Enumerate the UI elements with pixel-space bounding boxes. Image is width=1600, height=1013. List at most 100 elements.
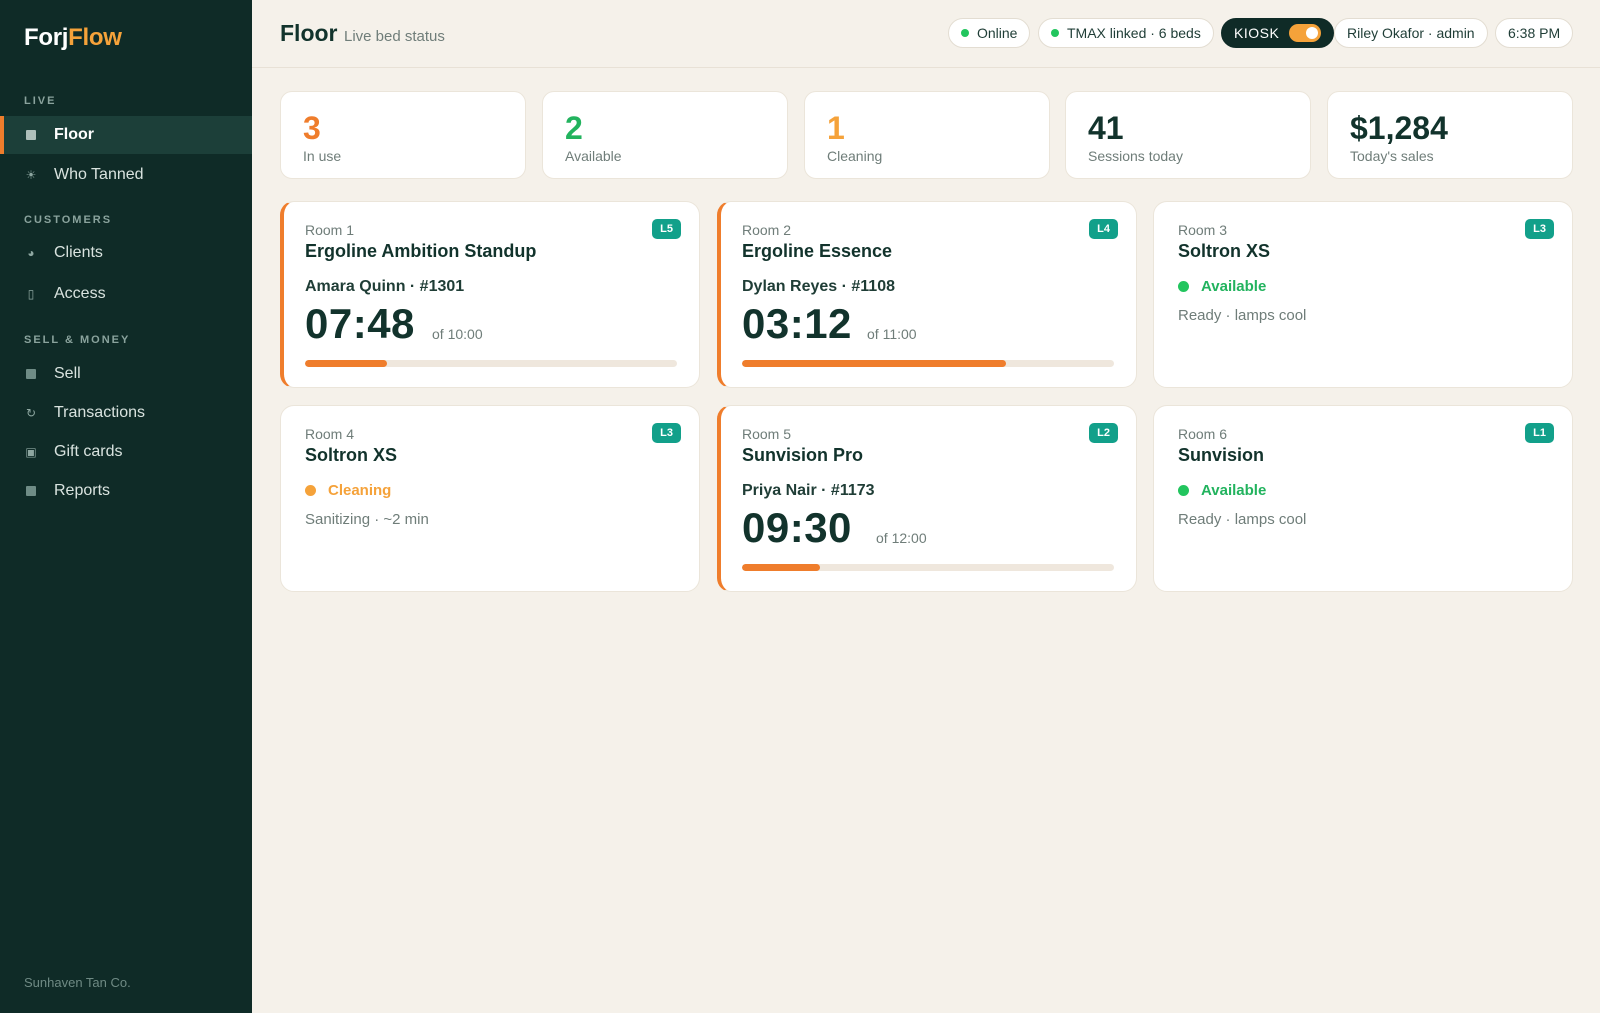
refresh-icon: ↻ bbox=[25, 406, 37, 420]
grid-icon bbox=[24, 128, 38, 142]
available-dot-icon bbox=[1178, 485, 1189, 496]
gift-card-icon: ▣ bbox=[25, 445, 37, 459]
logo-text-forj: Forj bbox=[24, 24, 69, 51]
sidebar-item-label: Clients bbox=[54, 244, 103, 261]
progress-fill bbox=[305, 360, 387, 367]
kiosk-toggle[interactable]: KIOSK bbox=[1221, 18, 1335, 48]
bed-model: Sunvision Pro bbox=[742, 445, 864, 465]
stat-value: 1 bbox=[827, 110, 845, 146]
session-timer: 03:12 bbox=[742, 300, 852, 347]
cleaning-dot-icon bbox=[305, 485, 316, 496]
stat-label: In use bbox=[303, 148, 342, 164]
user-menu[interactable]: Riley Okafor · admin bbox=[1334, 18, 1488, 48]
business-name: Sunhaven Tan Co. bbox=[24, 975, 131, 990]
tmax-label: TMAX linked · 6 beds bbox=[1067, 25, 1201, 41]
session-timer: 09:30 bbox=[742, 504, 852, 551]
stat-in-use: 3 In use bbox=[280, 91, 526, 179]
level-badge: L4 bbox=[1089, 219, 1118, 239]
online-dot-icon bbox=[961, 29, 969, 37]
bed-model: Soltron XS bbox=[1178, 241, 1271, 261]
sidebar-item-sell[interactable]: Sell bbox=[0, 355, 252, 393]
nav-section-sell-money: SELL & MONEY bbox=[24, 334, 131, 346]
level-badge: L3 bbox=[652, 423, 681, 443]
page-subtitle: Live bed status bbox=[344, 28, 445, 45]
tmax-dot-icon bbox=[1051, 29, 1059, 37]
level-badge: L5 bbox=[652, 219, 681, 239]
room-name: Room 6 bbox=[1178, 426, 1228, 442]
status-label: Available bbox=[1201, 278, 1267, 295]
progress-fill bbox=[742, 360, 1007, 367]
toggle-switch-icon[interactable] bbox=[1289, 24, 1322, 42]
client-name: Amara Quinn · #1301 bbox=[305, 278, 465, 295]
room-card-2[interactable]: Room 2 Ergoline Essence L4 Dylan Reyes ·… bbox=[717, 201, 1137, 388]
room-card-5[interactable]: Room 5 Sunvision Pro L2 Priya Nair · #11… bbox=[717, 405, 1137, 592]
bed-model: Soltron XS bbox=[305, 445, 398, 465]
sidebar-item-access[interactable]: ▯ Access bbox=[0, 275, 252, 313]
sidebar-item-who-tanned[interactable]: ☀ Who Tanned bbox=[0, 156, 252, 194]
room-card-1[interactable]: Room 1 Ergoline Ambition Standup L5 Amar… bbox=[280, 201, 700, 388]
status-note: Ready · lamps cool bbox=[1178, 511, 1307, 528]
session-total: of 12:00 bbox=[876, 530, 927, 546]
sidebar-item-transactions[interactable]: ↻ Transactions bbox=[0, 394, 252, 432]
session-progress-bar bbox=[305, 360, 677, 367]
stat-label: Today's sales bbox=[1350, 148, 1434, 164]
status-note: Sanitizing · ~2 min bbox=[305, 511, 429, 528]
progress-fill bbox=[742, 564, 821, 571]
stat-value: $1,284 bbox=[1350, 110, 1448, 146]
bed-model: Ergoline Essence bbox=[742, 241, 893, 261]
stat-available: 2 Available bbox=[542, 91, 788, 179]
room-name: Room 5 bbox=[742, 426, 792, 442]
nav-section-live: LIVE bbox=[24, 95, 57, 107]
room-name: Room 2 bbox=[742, 222, 792, 238]
app-logo[interactable]: ForjFlow bbox=[24, 24, 122, 52]
id-card-icon: ▯ bbox=[27, 287, 35, 301]
sidebar-item-label: Floor bbox=[54, 126, 94, 143]
clock-label: 6:38 PM bbox=[1508, 25, 1561, 41]
session-progress-bar bbox=[742, 564, 1114, 571]
sidebar-item-gift-cards[interactable]: ▣ Gift cards bbox=[0, 433, 252, 471]
report-icon bbox=[24, 484, 38, 498]
person-icon: ◕ bbox=[27, 246, 35, 260]
status-label: Cleaning bbox=[328, 482, 392, 499]
sidebar-item-reports[interactable]: Reports bbox=[0, 472, 252, 510]
sidebar-item-label: Access bbox=[54, 285, 106, 302]
tmax-status-pill[interactable]: TMAX linked · 6 beds bbox=[1038, 18, 1214, 48]
nav-section-customers: CUSTOMERS bbox=[24, 214, 113, 226]
page-title: Floor bbox=[280, 20, 338, 46]
status-label: Available bbox=[1201, 482, 1267, 499]
session-total: of 10:00 bbox=[432, 326, 483, 342]
stat-sessions-today: 41 Sessions today bbox=[1065, 91, 1311, 179]
room-card-3[interactable]: Room 3 Soltron XS L3 Available Ready · l… bbox=[1153, 201, 1573, 388]
clock: 6:38 PM bbox=[1495, 18, 1574, 48]
session-timer: 07:48 bbox=[305, 300, 415, 347]
top-bar: Floor Live bed status Online TMAX linked… bbox=[252, 0, 1600, 68]
room-status: Available bbox=[1178, 482, 1266, 499]
sidebar-item-clients[interactable]: ◕ Clients bbox=[0, 234, 252, 272]
stat-value: 41 bbox=[1088, 110, 1124, 146]
bed-model: Ergoline Ambition Standup bbox=[305, 241, 537, 261]
user-label: Riley Okafor · admin bbox=[1347, 25, 1475, 41]
room-status: Available bbox=[1178, 278, 1266, 295]
session-progress-bar bbox=[742, 360, 1114, 367]
online-status-pill[interactable]: Online bbox=[948, 18, 1031, 48]
stat-todays-sales: $1,284 Today's sales bbox=[1327, 91, 1573, 179]
sidebar-item-floor[interactable]: Floor bbox=[0, 116, 252, 154]
available-dot-icon bbox=[1178, 281, 1189, 292]
room-name: Room 1 bbox=[305, 222, 355, 238]
room-name: Room 3 bbox=[1178, 222, 1228, 238]
sun-icon: ☀ bbox=[25, 168, 37, 182]
online-label: Online bbox=[977, 25, 1018, 41]
client-name: Dylan Reyes · #1108 bbox=[742, 278, 895, 295]
room-card-4[interactable]: Room 4 Soltron XS L3 Cleaning Sanitizing… bbox=[280, 405, 700, 592]
room-card-6[interactable]: Room 6 Sunvision L1 Available Ready · la… bbox=[1153, 405, 1573, 592]
client-name: Priya Nair · #1173 bbox=[742, 482, 875, 499]
stat-label: Cleaning bbox=[827, 148, 883, 164]
kiosk-label: KIOSK bbox=[1234, 25, 1280, 41]
bed-model: Sunvision bbox=[1178, 445, 1265, 465]
status-note: Ready · lamps cool bbox=[1178, 307, 1307, 324]
stat-cleaning: 1 Cleaning bbox=[804, 91, 1050, 179]
register-icon bbox=[24, 367, 38, 381]
sidebar: ForjFlow LIVE Floor ☀ Who Tanned CUSTOME… bbox=[0, 0, 252, 1013]
sidebar-item-label: Who Tanned bbox=[54, 166, 144, 183]
logo-text-flow: Flow bbox=[68, 24, 122, 51]
